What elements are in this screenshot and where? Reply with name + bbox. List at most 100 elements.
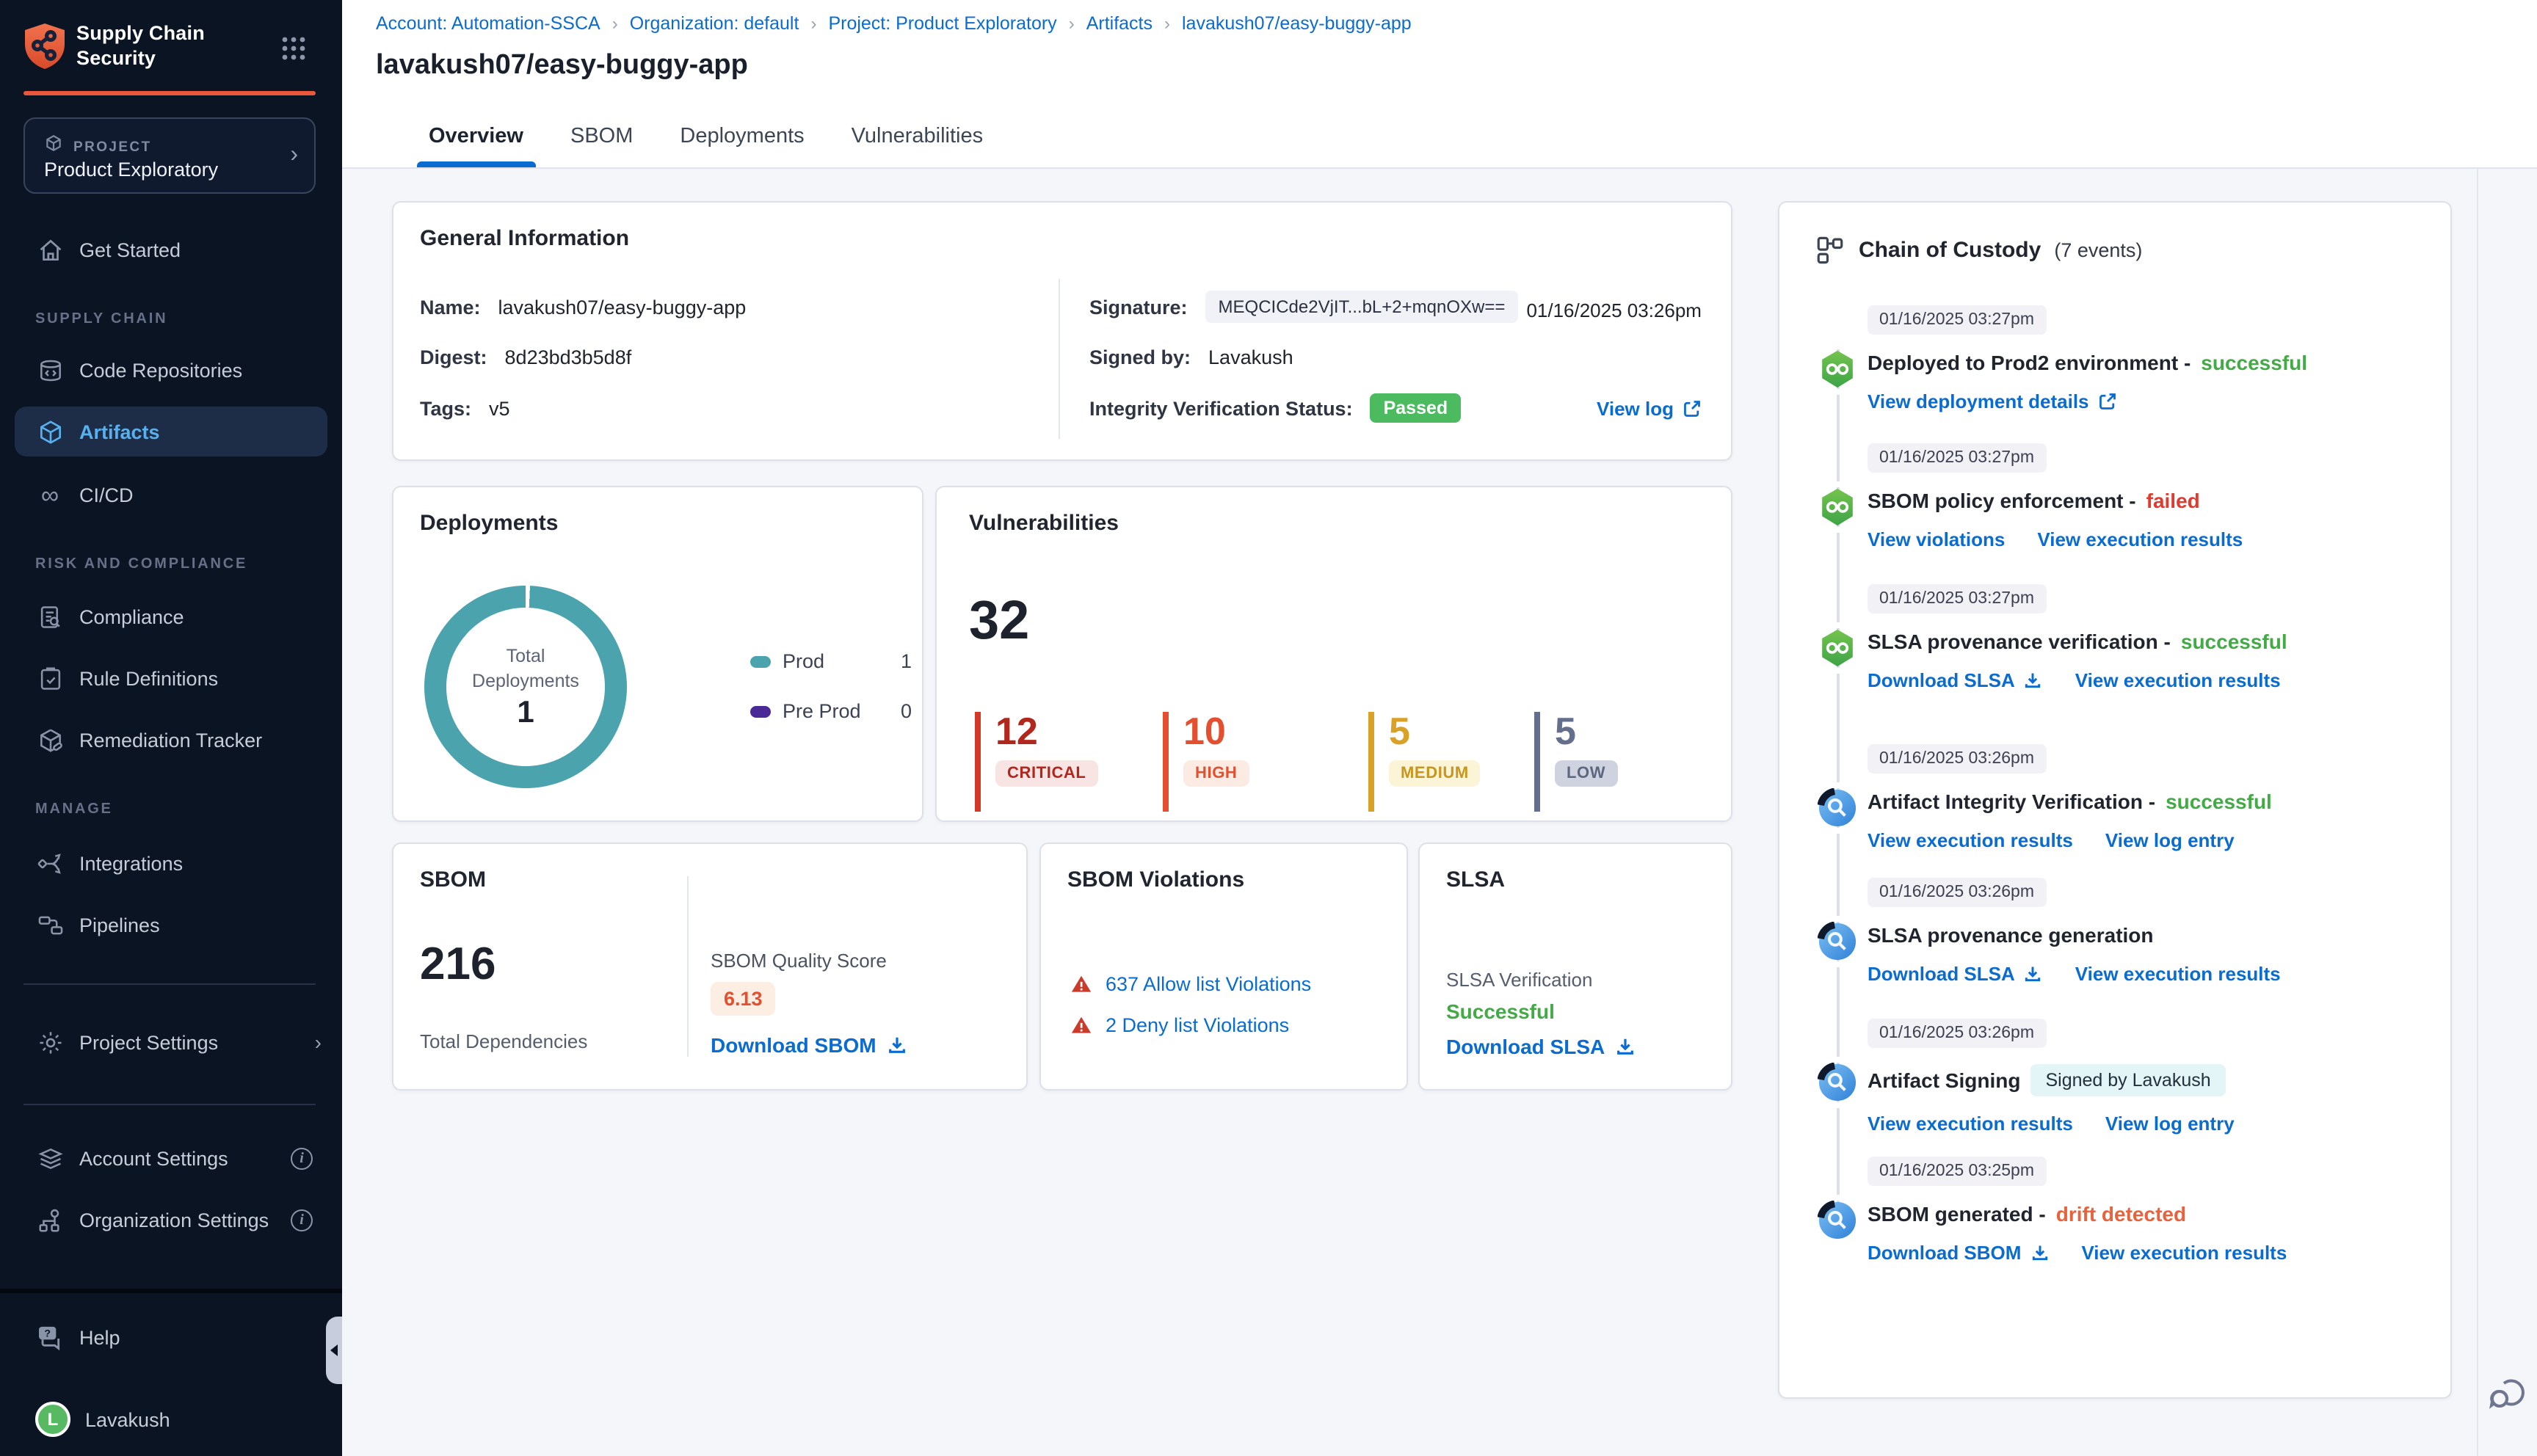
coc-event-sbom-policy: 01/16/2025 03:27pm SBOM policy enforceme… bbox=[1779, 443, 2430, 550]
pipelines-icon bbox=[35, 910, 65, 939]
breadcrumb-artifacts[interactable]: Artifacts bbox=[1086, 13, 1153, 34]
sidebar-item-rule-definitions[interactable]: Rule Definitions bbox=[0, 653, 342, 703]
sbom-quality-score-value: 6.13 bbox=[711, 982, 776, 1016]
view-log-entry-link[interactable]: View log entry bbox=[2105, 1113, 2235, 1135]
download-sbom-link[interactable]: Download SBOM bbox=[1868, 1242, 2049, 1264]
sbom-card: SBOM 216 Total Dependencies SBOM Quality… bbox=[392, 842, 1028, 1091]
prod-legend-dot bbox=[750, 655, 771, 667]
severity-medium: 5 MEDIUM bbox=[1368, 712, 1481, 812]
view-log-entry-link[interactable]: View log entry bbox=[2105, 829, 2235, 851]
sidebar-user[interactable]: L Lavakush bbox=[0, 1394, 342, 1444]
chain-of-custody-icon bbox=[1817, 236, 1843, 264]
sidebar-item-compliance[interactable]: Compliance bbox=[0, 592, 342, 641]
download-sbom-link[interactable]: Download SBOM bbox=[711, 1033, 907, 1057]
sidebar: Supply Chain Security PROJECT Product Ex… bbox=[0, 0, 342, 1456]
breadcrumb-project[interactable]: Project: Product Exploratory bbox=[828, 13, 1056, 34]
tab-vulnerabilities[interactable]: Vulnerabilities bbox=[849, 110, 986, 167]
main-area: Account: Automation-SSCA › Organization:… bbox=[342, 0, 2537, 1456]
sidebar-item-help[interactable]: ? Help bbox=[0, 1312, 342, 1362]
sidebar-item-cicd[interactable]: ∞ CI/CD bbox=[0, 470, 342, 520]
view-execution-results-link[interactable]: View execution results bbox=[2075, 963, 2281, 985]
sidebar-item-code-repositories[interactable]: Code Repositories bbox=[0, 345, 342, 395]
event-status: successful bbox=[2166, 790, 2272, 813]
signed-by-label: Signed by: bbox=[1089, 346, 1191, 368]
user-name: Lavakush bbox=[85, 1408, 170, 1430]
breadcrumb-current[interactable]: lavakush07/easy-buggy-app bbox=[1182, 13, 1412, 34]
tab-sbom[interactable]: SBOM bbox=[567, 110, 636, 167]
artifact-name: lavakush07/easy-buggy-app bbox=[498, 296, 747, 318]
event-status: successful bbox=[2201, 351, 2308, 374]
view-execution-results-link[interactable]: View execution results bbox=[2075, 669, 2281, 691]
view-violations-link[interactable]: View violations bbox=[1868, 528, 2005, 550]
tab-deployments[interactable]: Deployments bbox=[677, 110, 807, 167]
slsa-card: SLSA SLSA Verification Successful Downlo… bbox=[1418, 842, 1732, 1091]
view-execution-results-link[interactable]: View execution results bbox=[2037, 528, 2243, 550]
accent-divider bbox=[23, 91, 316, 95]
sidebar-divider bbox=[23, 1104, 316, 1105]
view-deployment-details-link[interactable]: View deployment details bbox=[1868, 390, 2117, 412]
breadcrumb-organization[interactable]: Organization: default bbox=[630, 13, 799, 34]
signed-by-value: Lavakush bbox=[1208, 346, 1293, 368]
download-slsa-link[interactable]: Download SLSA bbox=[1446, 1035, 1636, 1058]
page-title: lavakush07/easy-buggy-app bbox=[376, 50, 748, 81]
compliance-doc-icon bbox=[35, 602, 65, 631]
deny-list-violations-link[interactable]: 2 Deny list Violations bbox=[1070, 1014, 1289, 1036]
chevron-right-icon: › bbox=[290, 142, 298, 167]
signature-label: Signature: bbox=[1089, 296, 1188, 318]
sidebar-collapse-handle[interactable] bbox=[326, 1317, 342, 1384]
sidebar-item-artifacts[interactable]: Artifacts bbox=[15, 407, 327, 456]
integrity-status-label: Integrity Verification Status: bbox=[1089, 397, 1353, 419]
view-execution-results-link[interactable]: View execution results bbox=[1868, 829, 2073, 851]
module-grid-icon[interactable] bbox=[280, 35, 307, 62]
sidebar-item-label: Artifacts bbox=[79, 421, 160, 443]
sidebar-item-account-settings[interactable]: Account Settings i bbox=[0, 1133, 342, 1183]
download-icon bbox=[2025, 967, 2041, 982]
tab-overview[interactable]: Overview bbox=[417, 110, 534, 167]
sidebar-divider bbox=[23, 983, 316, 985]
legend-item-pre-prod[interactable]: Pre Prod 0 bbox=[750, 700, 912, 722]
sidebar-footer-divider bbox=[0, 1289, 342, 1293]
download-icon bbox=[2025, 673, 2041, 688]
view-execution-results-link[interactable]: View execution results bbox=[2081, 1242, 2287, 1264]
vertical-divider bbox=[687, 876, 689, 1057]
section-label-manage: MANAGE bbox=[35, 801, 113, 818]
view-execution-results-link[interactable]: View execution results bbox=[1868, 1113, 2073, 1135]
event-title: SLSA provenance verification - bbox=[1868, 630, 2171, 653]
allow-list-violations-link[interactable]: 637 Allow list Violations bbox=[1070, 973, 1311, 995]
sidebar-item-integrations[interactable]: Integrations bbox=[0, 838, 342, 888]
artifacts-cube-icon bbox=[35, 417, 65, 446]
section-label-supply-chain: SUPPLY CHAIN bbox=[35, 311, 168, 327]
feedback-chat-icon[interactable] bbox=[2486, 1369, 2530, 1413]
artifact-tags: v5 bbox=[489, 398, 510, 420]
sidebar-item-get-started[interactable]: Get Started bbox=[0, 225, 342, 274]
event-title: SLSA provenance generation bbox=[1868, 923, 2154, 947]
event-timestamp: 01/16/2025 03:26pm bbox=[1868, 744, 2047, 774]
external-link-icon bbox=[1684, 401, 1700, 417]
legend-item-prod[interactable]: Prod 1 bbox=[750, 650, 912, 672]
sidebar-item-label: Account Settings bbox=[79, 1147, 228, 1169]
view-log-link[interactable]: View log bbox=[1597, 398, 1702, 420]
tab-bar: Overview SBOM Deployments Vulnerabilitie… bbox=[417, 110, 986, 167]
breadcrumb-separator: › bbox=[810, 13, 817, 34]
scan-circle-icon bbox=[1817, 921, 1857, 961]
card-title: SBOM bbox=[420, 867, 486, 892]
project-selector[interactable]: PROJECT Product Exploratory › bbox=[23, 117, 316, 194]
name-label: Name: bbox=[420, 296, 481, 318]
sidebar-item-remediation-tracker[interactable]: Remediation Tracker bbox=[0, 715, 342, 765]
sidebar-item-pipelines[interactable]: Pipelines bbox=[0, 900, 342, 950]
download-slsa-link[interactable]: Download SLSA bbox=[1868, 669, 2043, 691]
sidebar-item-project-settings[interactable]: Project Settings › bbox=[0, 1017, 342, 1067]
event-title: Artifact Signing bbox=[1868, 1069, 2021, 1092]
code-repo-icon bbox=[35, 355, 65, 385]
coc-event-slsa-verification: 01/16/2025 03:27pm SLSA provenance verif… bbox=[1779, 584, 2430, 691]
sidebar-item-organization-settings[interactable]: Organization Settings i bbox=[0, 1195, 342, 1245]
event-title: SBOM generated - bbox=[1868, 1202, 2046, 1226]
vertical-divider bbox=[1059, 279, 1060, 439]
sidebar-item-label: Help bbox=[79, 1326, 120, 1348]
severity-low: 5 LOW bbox=[1534, 712, 1618, 812]
coc-event-slsa-generation: 01/16/2025 03:26pm SLSA provenance gener… bbox=[1779, 878, 2430, 985]
breadcrumb-account[interactable]: Account: Automation-SSCA bbox=[376, 13, 600, 34]
card-title: SLSA bbox=[1446, 867, 1506, 892]
download-slsa-link[interactable]: Download SLSA bbox=[1868, 963, 2043, 985]
info-icon: i bbox=[291, 1147, 313, 1169]
